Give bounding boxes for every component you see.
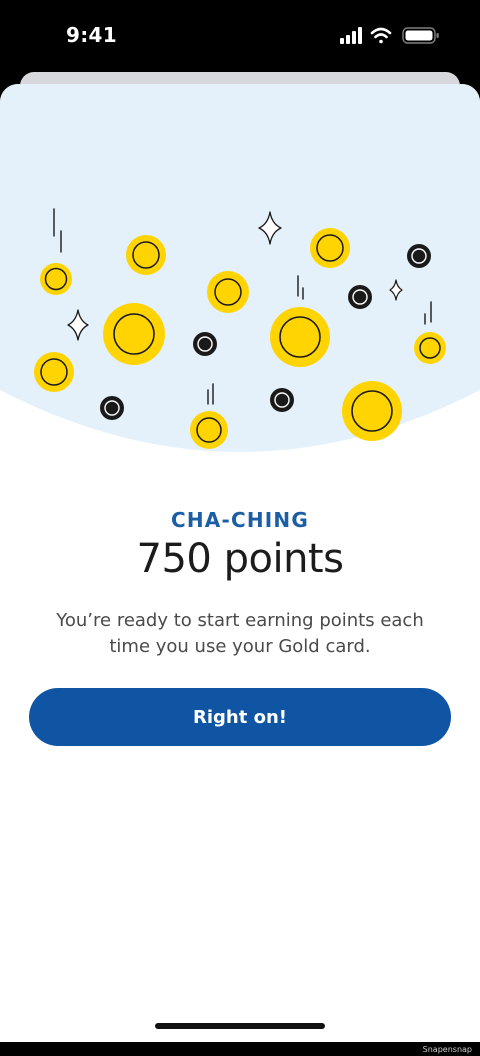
reward-description: You’re ready to start earning points eac… <box>56 610 424 657</box>
illustration-background <box>0 84 480 452</box>
signal-icon <box>340 27 362 44</box>
status-icons-svg <box>340 27 439 44</box>
coin-icon <box>126 235 166 275</box>
dark-coin-icon <box>348 285 372 309</box>
coin-icon <box>270 307 330 367</box>
watermark: Snapensnap <box>422 1045 472 1054</box>
home-indicator[interactable] <box>155 1023 325 1029</box>
coin-icon <box>207 271 249 313</box>
status-time: 9:41 <box>66 23 117 47</box>
coin-icon <box>414 332 446 364</box>
dark-coin-icon <box>100 396 124 420</box>
coin-icon <box>40 263 72 295</box>
coin-icon <box>190 411 228 449</box>
reward-sheet: CHA-CHING 750 points You’re ready to sta… <box>0 84 480 1042</box>
battery-icon <box>402 27 439 44</box>
dark-coin-icon <box>193 332 217 356</box>
reward-eyebrow: CHA-CHING <box>170 508 309 532</box>
coin-icon <box>34 352 74 392</box>
coins-illustration <box>0 84 480 452</box>
wifi-icon <box>370 27 392 44</box>
dark-coin-icon <box>270 388 294 412</box>
bottom-strip <box>0 1042 480 1056</box>
status-bar: 9:41 <box>0 0 480 72</box>
coin-icon <box>103 303 165 365</box>
right-on-button[interactable]: Right on! <box>29 688 451 746</box>
dark-coin-icon <box>407 244 431 268</box>
coin-icon <box>310 228 350 268</box>
points-headline: 750 points <box>136 536 344 582</box>
status-icons <box>340 26 442 46</box>
coin-icon <box>342 381 402 441</box>
